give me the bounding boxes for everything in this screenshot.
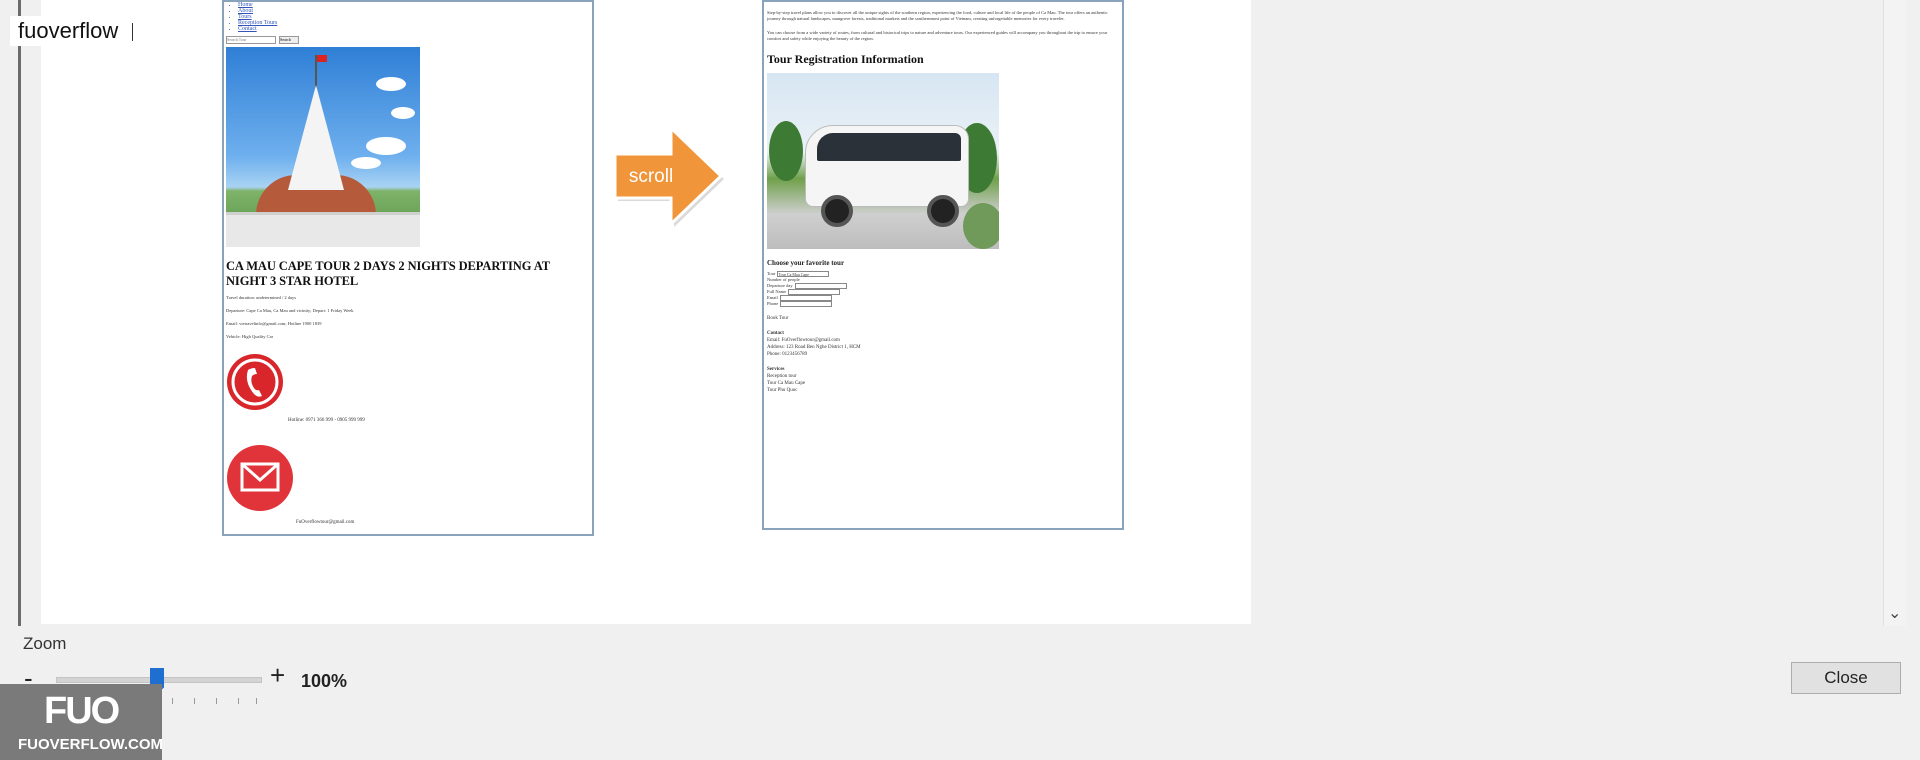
text-cursor xyxy=(132,23,134,42)
chevron-down-icon[interactable]: ⌄ xyxy=(1888,603,1901,622)
service-item[interactable]: Reception tour xyxy=(767,373,1122,380)
brand-logo: FUO xyxy=(44,690,120,732)
registration-heading: Tour Registration Information xyxy=(767,52,924,66)
tour-title: CA MAU CAPE TOUR 2 DAYS 2 NIGHTS DEPARTI… xyxy=(226,259,550,288)
bus-image xyxy=(767,73,999,249)
phone-icon xyxy=(227,354,283,410)
registration-form: Tour Tour Ca Mau Cape Number of people De… xyxy=(767,271,1122,307)
scroll-arrow: scroll xyxy=(613,124,724,228)
brand-text: FUOVERFLOW.COM xyxy=(18,736,163,753)
zoom-in-button[interactable]: + xyxy=(270,660,285,691)
contact-block: Book Tour Contact Email: FuOverflowtour@… xyxy=(767,315,1122,394)
page-canvas: Home About Tours Reception Tours Contact… xyxy=(41,0,1251,624)
contact-heading: Contact xyxy=(767,331,784,336)
contact-phone: Phone: 0123456789 xyxy=(767,352,808,357)
zoom-label: Zoom xyxy=(23,634,67,653)
contact-email: Email: FuOverflowtour@gmail.com xyxy=(767,338,840,343)
watermark-text: fuoverflow xyxy=(18,18,119,43)
tour-detail: Travel duration: undetermined / 2 days xyxy=(226,295,296,300)
cape-monument-image xyxy=(226,47,420,247)
contact-address: Address: 123 Road Ben Nghe District 1, H… xyxy=(767,345,861,350)
tour-detail: Vehicle: High Quality Car xyxy=(226,334,274,339)
intro-paragraph: Step-by-step travel plans allow you to d… xyxy=(767,10,1108,21)
phone-input[interactable] xyxy=(780,301,833,307)
search-row: Search Tour Search xyxy=(226,36,592,44)
service-item[interactable]: Tour Phu Quoc xyxy=(767,387,1122,394)
search-button[interactable]: Search xyxy=(279,36,299,44)
form-label: Phone xyxy=(767,301,779,306)
zoom-value: 100% xyxy=(301,671,348,691)
services-heading: Services xyxy=(767,367,785,372)
hotline-text: Hotline: 0971 366 999 - 0905 999 999 xyxy=(288,418,365,423)
nav-item[interactable]: Contact xyxy=(238,26,592,32)
search-input[interactable]: Search Tour xyxy=(226,36,276,44)
close-button[interactable]: Close xyxy=(1791,662,1901,694)
bottom-toolbar xyxy=(0,626,1920,760)
nav-list: Home About Tours Reception Tours Contact xyxy=(224,2,592,32)
scroll-arrow-label: scroll xyxy=(629,166,673,187)
intro-paragraph: You can choose from a wide variety of ro… xyxy=(767,30,1108,41)
book-tour-button[interactable]: Book Tour xyxy=(767,315,1122,322)
email-text: FuOverflowtour@gmail.com xyxy=(296,520,355,525)
service-item[interactable]: Tour Ca Mau Cape xyxy=(767,380,1122,387)
mail-icon xyxy=(227,445,293,511)
tour-detail: Email: vietravelinfo@gmail.com; Hotline … xyxy=(226,321,322,326)
choose-tour-label: Choose your favorite tour xyxy=(767,259,845,267)
document-viewer: Home About Tours Reception Tours Contact… xyxy=(18,0,1906,626)
vertical-scrollbar[interactable]: ⌄ xyxy=(1883,0,1906,626)
right-page-preview: Step-by-step travel plans allow you to d… xyxy=(762,0,1124,530)
tour-detail: Departure: Cape Ca Mau, Ca Mau and vicin… xyxy=(226,308,354,313)
left-page-preview: Home About Tours Reception Tours Contact… xyxy=(222,0,594,536)
watermark-label: fuoverflow xyxy=(10,16,150,46)
